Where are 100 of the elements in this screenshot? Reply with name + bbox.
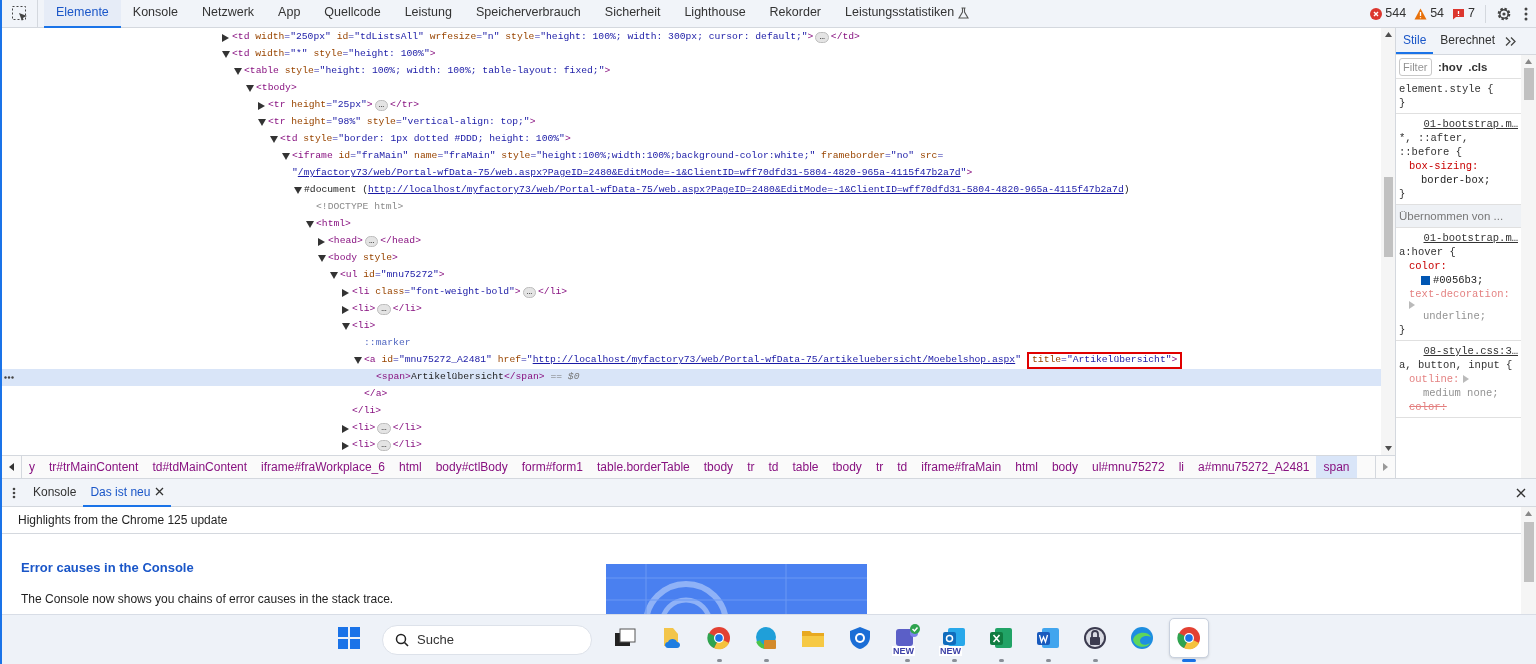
dom-node-row[interactable]: <td style="border: 1px dotted #DDD; height: 100%"> <box>2 131 1381 148</box>
collapsed-triangle-icon[interactable] <box>342 424 349 433</box>
breadcrumb[interactable]: ul#mnu75272 <box>1084 456 1172 478</box>
expanded-triangle-icon[interactable] <box>342 323 350 330</box>
ellipsis-button[interactable]: … <box>364 236 379 247</box>
link[interactable]: http://localhost/myfactory73/web/Portal-wfData-75/web.aspx?PageID=2480&EditMode=-1&ClientID=wff70dfd31-5804-4820-965a-4115f47b2a7d <box>367 183 1124 198</box>
ellipsis-button[interactable]: … <box>377 423 391 434</box>
dom-node-row[interactable]: <!DOCTYPE html> <box>2 199 1381 216</box>
breadcrumb[interactable]: body#ctlBody <box>428 456 515 478</box>
dom-node-row[interactable]: <a id="mnu75272_A2481" href="http://localhost/myfactory73/web/Portal-wfData-75/artikeluebersicht/Moebelshop.aspx" title="Artikelübersicht"> <box>2 352 1381 369</box>
devtools-tab[interactable]: Netzwerk <box>190 0 267 28</box>
error-count-button[interactable]: 544 <box>1366 4 1411 23</box>
breadcrumb[interactable]: td <box>890 456 915 478</box>
breadcrumb[interactable]: td#tdMainContent <box>145 456 255 478</box>
devtools-tab[interactable]: Leistung <box>392 0 464 28</box>
breadcrumb[interactable]: tbody <box>696 456 741 478</box>
expanded-triangle-icon[interactable] <box>330 272 338 279</box>
devtools-tab[interactable]: Quellcode <box>312 0 393 28</box>
breadcrumb[interactable]: tr#trMainContent <box>42 456 146 478</box>
breadcrumb[interactable]: table.borderTable <box>590 456 697 478</box>
expanded-triangle-icon[interactable] <box>258 119 266 126</box>
link[interactable]: /myfactory73/web/Portal-wfData-75/web.aspx?PageID=2480&EditMode=-1&ClientID=wff70dfd31-5804-4820-965a-4115f47b2a7d <box>297 166 961 181</box>
expanded-triangle-icon[interactable] <box>222 51 230 58</box>
drawer-scrollbar[interactable] <box>1521 507 1536 614</box>
expanded-triangle-icon[interactable] <box>354 357 362 364</box>
scroll-up-icon[interactable] <box>1525 59 1532 64</box>
drawer-tab[interactable]: Konsole <box>26 478 84 507</box>
devtools-tab[interactable]: Rekorder <box>757 0 833 28</box>
ellipsis-button[interactable]: … <box>374 100 389 111</box>
breadcrumb[interactable]: y <box>22 456 42 478</box>
dom-node-row[interactable]: <head> … </head> <box>2 233 1381 250</box>
color-swatch[interactable] <box>1421 275 1430 285</box>
selected-row[interactable]: <span>Artikelübersicht</span> == $0 <box>2 369 1381 386</box>
devtools-tab[interactable]: Speicherverbrauch <box>463 0 593 28</box>
breadcrumb[interactable]: tr <box>868 456 891 478</box>
scroll-up-icon[interactable] <box>1384 32 1392 37</box>
search-bar[interactable]: Suche <box>382 624 592 655</box>
breadcrumb[interactable]: html <box>1008 456 1045 478</box>
more-options-icon[interactable] <box>4 376 14 379</box>
ellipsis-button[interactable]: … <box>522 287 537 298</box>
stylesheet-link[interactable]: 01-bootstrap.m… <box>1399 231 1518 245</box>
styles-scrollbar[interactable] <box>1521 55 1536 478</box>
scrollbar-thumb[interactable] <box>1523 522 1534 582</box>
devtools-tab[interactable]: Konsole <box>120 0 190 28</box>
dom-node-row[interactable]: <li> <box>2 318 1381 335</box>
scrollbar-thumb[interactable] <box>1523 68 1534 100</box>
collapsed-triangle-icon[interactable] <box>342 288 349 297</box>
close-icon[interactable] <box>155 487 165 496</box>
styles-tab[interactable]: Berechnet <box>1433 28 1503 54</box>
ellipsis-button[interactable]: … <box>815 32 829 43</box>
devtools-tab[interactable]: Lighthouse <box>672 0 758 28</box>
dom-node-row[interactable]: <li class="font-weight-bold"> … </li> <box>2 284 1381 301</box>
collapsed-triangle-icon[interactable] <box>342 305 349 314</box>
expanded-triangle-icon[interactable] <box>246 85 254 92</box>
dom-node-row[interactable]: <table style="height: 100%; width: 100%; table-layout: fixed;"> <box>2 63 1381 80</box>
collapsed-triangle-icon[interactable] <box>342 441 349 450</box>
expanded-triangle-icon[interactable] <box>234 68 242 75</box>
issue-count-button[interactable]: 7 <box>1448 4 1479 23</box>
collapsed-triangle-icon[interactable] <box>258 101 265 110</box>
breadcrumb[interactable]: tbody <box>825 456 869 478</box>
dom-node-row[interactable]: <html> <box>2 216 1381 233</box>
filter-field[interactable]: Filter <box>1399 57 1432 76</box>
drawer-tab[interactable]: Das ist neu <box>83 478 172 507</box>
scrollbar[interactable] <box>1381 28 1395 455</box>
expanded-triangle-icon[interactable] <box>306 221 314 228</box>
breadcrumb[interactable]: iframe#fraMain <box>914 456 1009 478</box>
breadcrumb[interactable]: span <box>1316 456 1357 478</box>
dom-node-row[interactable]: <tr height="25px"> … </tr> <box>2 97 1381 114</box>
pseudo-state-toggle[interactable]: .cls <box>1468 59 1488 74</box>
scroll-up-icon[interactable] <box>1525 511 1532 516</box>
dom-node-row[interactable]: #document (http://localhost/myfactory73/web/Portal-wfData-75/web.aspx?PageID=2480&EditMode=-1&ClientID=wff70dfd31-5804-4820-965a-4115f47b2a7d) <box>2 182 1381 199</box>
dom-node-row[interactable]: <li> … </li> <box>2 420 1381 437</box>
breadcrumb[interactable]: a#mnu75272_A2481 <box>1191 456 1317 478</box>
dom-node-row[interactable]: <iframe id="fraMain" name="fraMain" style="height:100%;width:100%;background-color:white;" frameborder="no" src= <box>2 148 1381 165</box>
dom-node-row[interactable]: <tbody> <box>2 80 1381 97</box>
breadcrumb[interactable]: form#form1 <box>514 456 591 478</box>
ellipsis-button[interactable]: … <box>377 304 391 315</box>
dom-node-row[interactable]: <ul id="mnu75272"> <box>2 267 1381 284</box>
devtools-tab[interactable]: Sicherheit <box>592 0 673 28</box>
dom-node-row[interactable]: <body style> <box>2 250 1381 267</box>
dom-node-row[interactable]: <td width="*" style="height: 100%"> <box>2 46 1381 63</box>
dom-node-row[interactable]: ::marker <box>2 335 1381 352</box>
dom-node-row[interactable]: <li> … </li> <box>2 437 1381 454</box>
breadcrumb[interactable]: html <box>391 456 429 478</box>
styles-tab[interactable]: Stile <box>1396 28 1434 54</box>
stylesheet-link[interactable]: 01-bootstrap.m… <box>1399 117 1518 131</box>
expanded-triangle-icon[interactable] <box>318 255 326 262</box>
breadcrumb[interactable]: table <box>785 456 826 478</box>
devtools-tab[interactable]: Elemente <box>44 0 121 28</box>
devtools-tab[interactable]: Leistungsstatistiken <box>833 0 982 28</box>
pseudo-state-toggle[interactable]: :hov <box>1438 59 1463 74</box>
warning-count-button[interactable]: 54 <box>1410 4 1449 23</box>
dom-node-row[interactable]: <li> … </li> <box>2 301 1381 318</box>
scrollbar-thumb[interactable] <box>1383 177 1393 257</box>
stylesheet-link[interactable]: 08-style.css:3… <box>1399 344 1518 358</box>
collapsed-triangle-icon[interactable] <box>222 33 229 42</box>
devtools-tab[interactable]: App <box>266 0 313 28</box>
link[interactable]: http://localhost/myfactory73/web/Portal-wfData-75/artikeluebersicht/Moebelshop.aspx <box>532 353 1016 368</box>
collapsed-triangle-icon[interactable] <box>318 237 325 246</box>
breadcrumb[interactable]: iframe#fraWorkplace_6 <box>254 456 392 478</box>
